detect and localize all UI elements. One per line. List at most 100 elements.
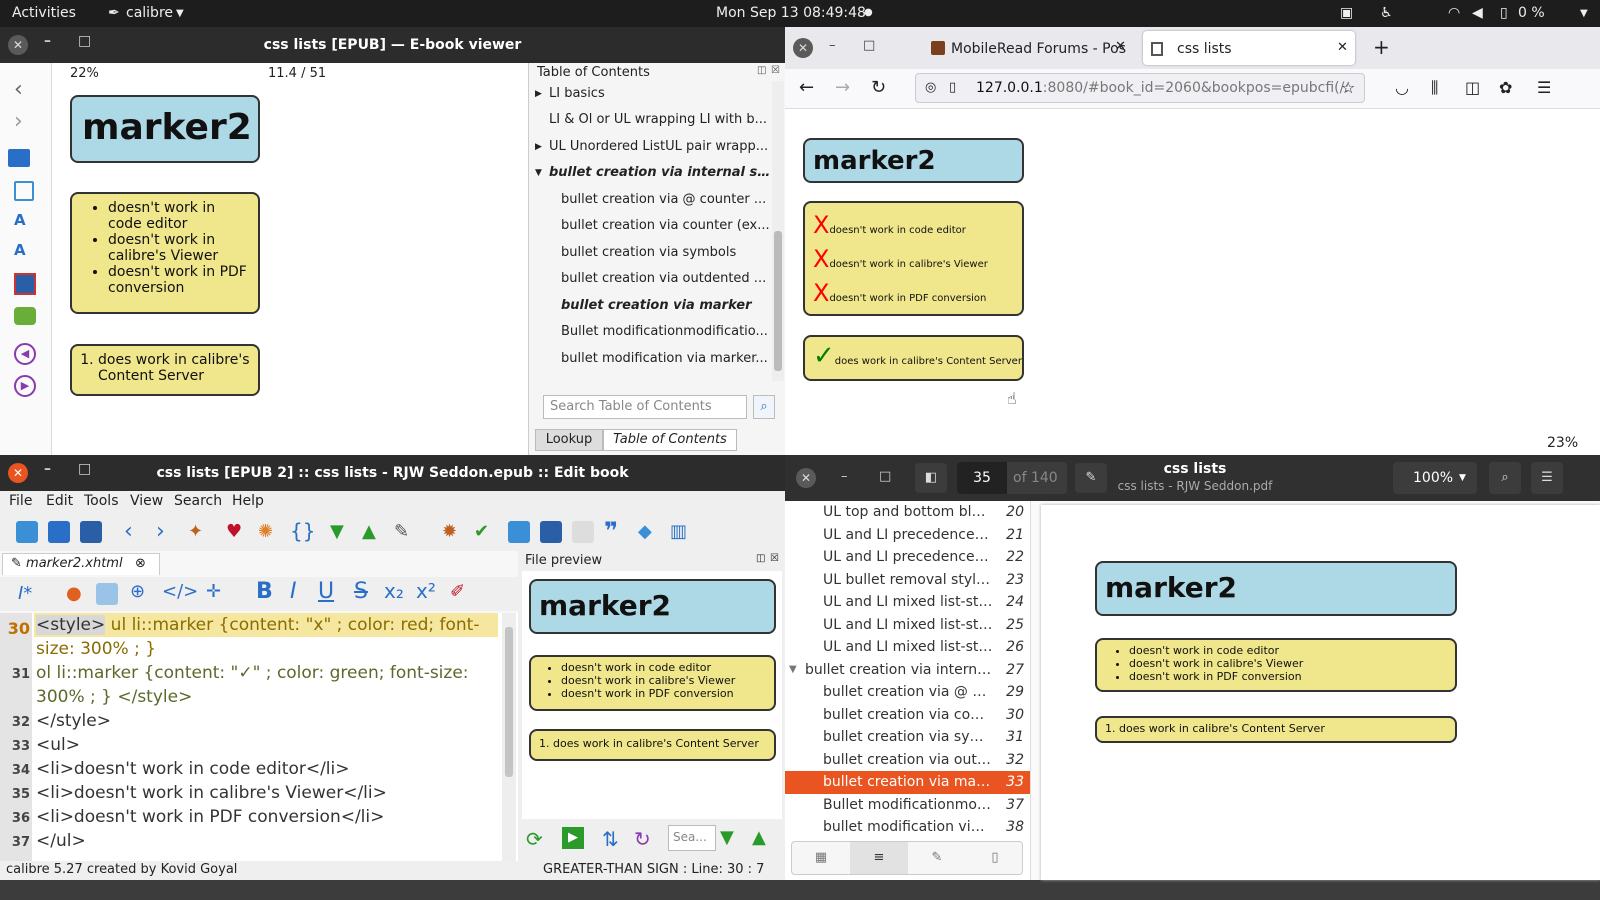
library-icon[interactable]: ⫼	[1431, 78, 1438, 98]
outline-item[interactable]: bullet creation via @ co... 29	[785, 681, 1030, 704]
subscript-icon[interactable]: x₂	[384, 579, 404, 603]
arrow-up-icon[interactable]: ▲	[362, 521, 376, 542]
clock[interactable]: Mon Sep 13 08:49:48	[716, 5, 866, 21]
refresh-icon[interactable]: ⟳	[526, 827, 543, 851]
maximize-icon[interactable]: □	[879, 469, 891, 484]
tab-lookup[interactable]: Lookup	[535, 429, 603, 451]
tab-mobileread[interactable]: MobileRead Forums - Pos	[925, 35, 1131, 63]
insert-tag-icon[interactable]: ●	[66, 583, 82, 604]
close-panel-icon[interactable]: ☒	[770, 553, 779, 564]
split-icon[interactable]: ✛	[206, 581, 221, 602]
toc-item-current[interactable]: bullet creation via marker	[529, 293, 772, 319]
toc-item[interactable]: LI & Ol or UL wrapping LI with b...	[529, 107, 772, 133]
outline-item[interactable]: UL and LI precedence o... 21	[785, 524, 1030, 547]
toc-item[interactable]: bullet creation via @ counter ...	[529, 187, 772, 213]
float-panel-icon[interactable]: ◫	[756, 553, 765, 564]
forward-icon[interactable]: →	[835, 77, 850, 98]
strikethrough-icon[interactable]: S	[354, 579, 368, 604]
tab-css-lists[interactable]: css lists	[1143, 31, 1355, 65]
bookmark-star-icon[interactable]: ☆	[1341, 78, 1355, 97]
outline-item[interactable]: bullet modification via ... 38	[785, 816, 1030, 839]
bookmarks-icon[interactable]: ▯	[966, 842, 1024, 874]
pocket-icon[interactable]: ◡	[1395, 78, 1409, 97]
previous-page-icon[interactable]: ◀	[14, 343, 36, 365]
eraser-icon[interactable]: ◆	[638, 521, 652, 542]
toc-item[interactable]: ▶ LI basics	[529, 81, 772, 107]
menu-icon[interactable]: ☰	[1531, 462, 1563, 494]
battery-icon[interactable]: ▯	[1500, 5, 1508, 21]
search-icon[interactable]: ⌕	[1489, 462, 1521, 494]
outline-item[interactable]: UL and LI mixed list-styl... 26	[785, 636, 1030, 659]
float-panel-icon[interactable]: ◫	[757, 65, 766, 76]
menu-file[interactable]: File	[9, 493, 32, 509]
thumbnails-icon[interactable]: ▦	[792, 842, 850, 874]
reload-icon[interactable]: ↻	[634, 827, 651, 851]
close-panel-icon[interactable]: ☒	[771, 65, 780, 76]
chart-icon[interactable]: ▥	[670, 521, 687, 542]
file-tab[interactable]: ✎ marker2.xhtml ⊗	[2, 553, 160, 575]
clear-format-icon[interactable]: ✐	[450, 581, 465, 602]
chevron-down-icon[interactable]: ▼	[789, 659, 797, 682]
superscript-icon[interactable]: x²	[416, 579, 436, 603]
forward-icon[interactable]: ›	[14, 109, 23, 134]
underline-icon[interactable]: U	[318, 579, 334, 604]
copy-icon[interactable]	[14, 181, 34, 201]
outline-item-selected[interactable]: bullet creation via marker 33	[785, 771, 1030, 794]
menu-tools[interactable]: Tools	[84, 493, 119, 509]
arrow-down-icon[interactable]: ▼	[330, 521, 344, 542]
play-icon[interactable]: ▶	[562, 827, 584, 849]
font-size-decrease-icon[interactable]: A	[14, 241, 26, 259]
toc-item[interactable]: ▼ bullet creation via internal s...	[529, 160, 772, 186]
menu-help[interactable]: Help	[232, 493, 264, 509]
close-tab-icon[interactable]: ⊗	[135, 556, 146, 571]
bold-icon[interactable]: B	[256, 579, 273, 604]
reports-icon[interactable]	[508, 521, 530, 543]
outline-item[interactable]: UL bullet removal style... 23	[785, 569, 1030, 592]
menu-view[interactable]: View	[130, 493, 163, 509]
menu-icon[interactable]: ☰	[1537, 78, 1551, 97]
back-icon[interactable]: ←	[799, 77, 814, 98]
insert-image-icon[interactable]	[96, 583, 118, 605]
page-number-input[interactable]: 35	[957, 462, 1007, 494]
code-braces-icon[interactable]: {}	[290, 519, 315, 543]
sync-icon[interactable]: ⇅	[602, 827, 619, 851]
fonts-icon[interactable]	[572, 521, 594, 543]
annotations-icon[interactable]: ✎	[908, 842, 966, 874]
volume-icon[interactable]: ◀	[1472, 5, 1483, 21]
url-bar[interactable]: 127.0.0.1:8080/#book_id=2060&bookpos=epu…	[915, 73, 1365, 103]
bug-icon[interactable]: ✹	[442, 521, 457, 542]
app-menu[interactable]: calibre	[126, 5, 173, 21]
favorites-icon[interactable]: ♥	[226, 521, 242, 542]
toc-item[interactable]: Bullet modificationmodificatio...	[529, 319, 772, 345]
save-icon[interactable]	[80, 521, 102, 543]
back-icon[interactable]: ‹	[14, 77, 23, 102]
comment-icon[interactable]: I*	[18, 583, 32, 604]
pen-icon[interactable]: ✎	[394, 521, 409, 542]
next-page-icon[interactable]: ▶	[14, 375, 36, 397]
outline-item[interactable]: bullet creation via symb... 31	[785, 726, 1030, 749]
new-file-icon[interactable]	[16, 521, 38, 543]
page-info-icon[interactable]: ▯	[949, 80, 956, 95]
outline-item[interactable]: UL top and bottom bla... 20	[785, 501, 1030, 524]
close-tab-icon[interactable]: ✕	[1115, 39, 1126, 54]
outline-icon[interactable]: ≡	[850, 842, 908, 874]
preferences-icon[interactable]	[14, 307, 36, 325]
extension-icon[interactable]: ✿	[1499, 78, 1512, 97]
close-icon[interactable]: ✕	[793, 38, 813, 58]
outline-item[interactable]: bullet creation via outd... 32	[785, 749, 1030, 772]
tab-table-of-contents[interactable]: Table of Contents	[603, 429, 737, 451]
maximize-icon[interactable]: □	[863, 38, 875, 53]
font-size-increase-icon[interactable]: A	[14, 211, 26, 229]
toc-item[interactable]: ▶ UL Unordered ListUL pair wrapp...	[529, 134, 772, 160]
back-icon[interactable]: ‹	[124, 519, 133, 544]
menu-edit[interactable]: Edit	[46, 493, 73, 509]
reload-icon[interactable]: ↻	[871, 77, 886, 98]
outline-item[interactable]: UL and LI mixed list-styl... 25	[785, 614, 1030, 637]
arrow-up-icon[interactable]: ▲	[752, 827, 766, 848]
fullscreen-icon[interactable]	[14, 273, 36, 295]
html-tag-icon[interactable]: </>	[162, 581, 198, 602]
preview-search-input[interactable]: Sea...	[668, 825, 716, 851]
open-book-icon[interactable]	[8, 149, 30, 167]
checkpoint-icon[interactable]: ✦	[188, 521, 203, 542]
outline-item[interactable]: UL and LI mixed list-styl... 24	[785, 591, 1030, 614]
